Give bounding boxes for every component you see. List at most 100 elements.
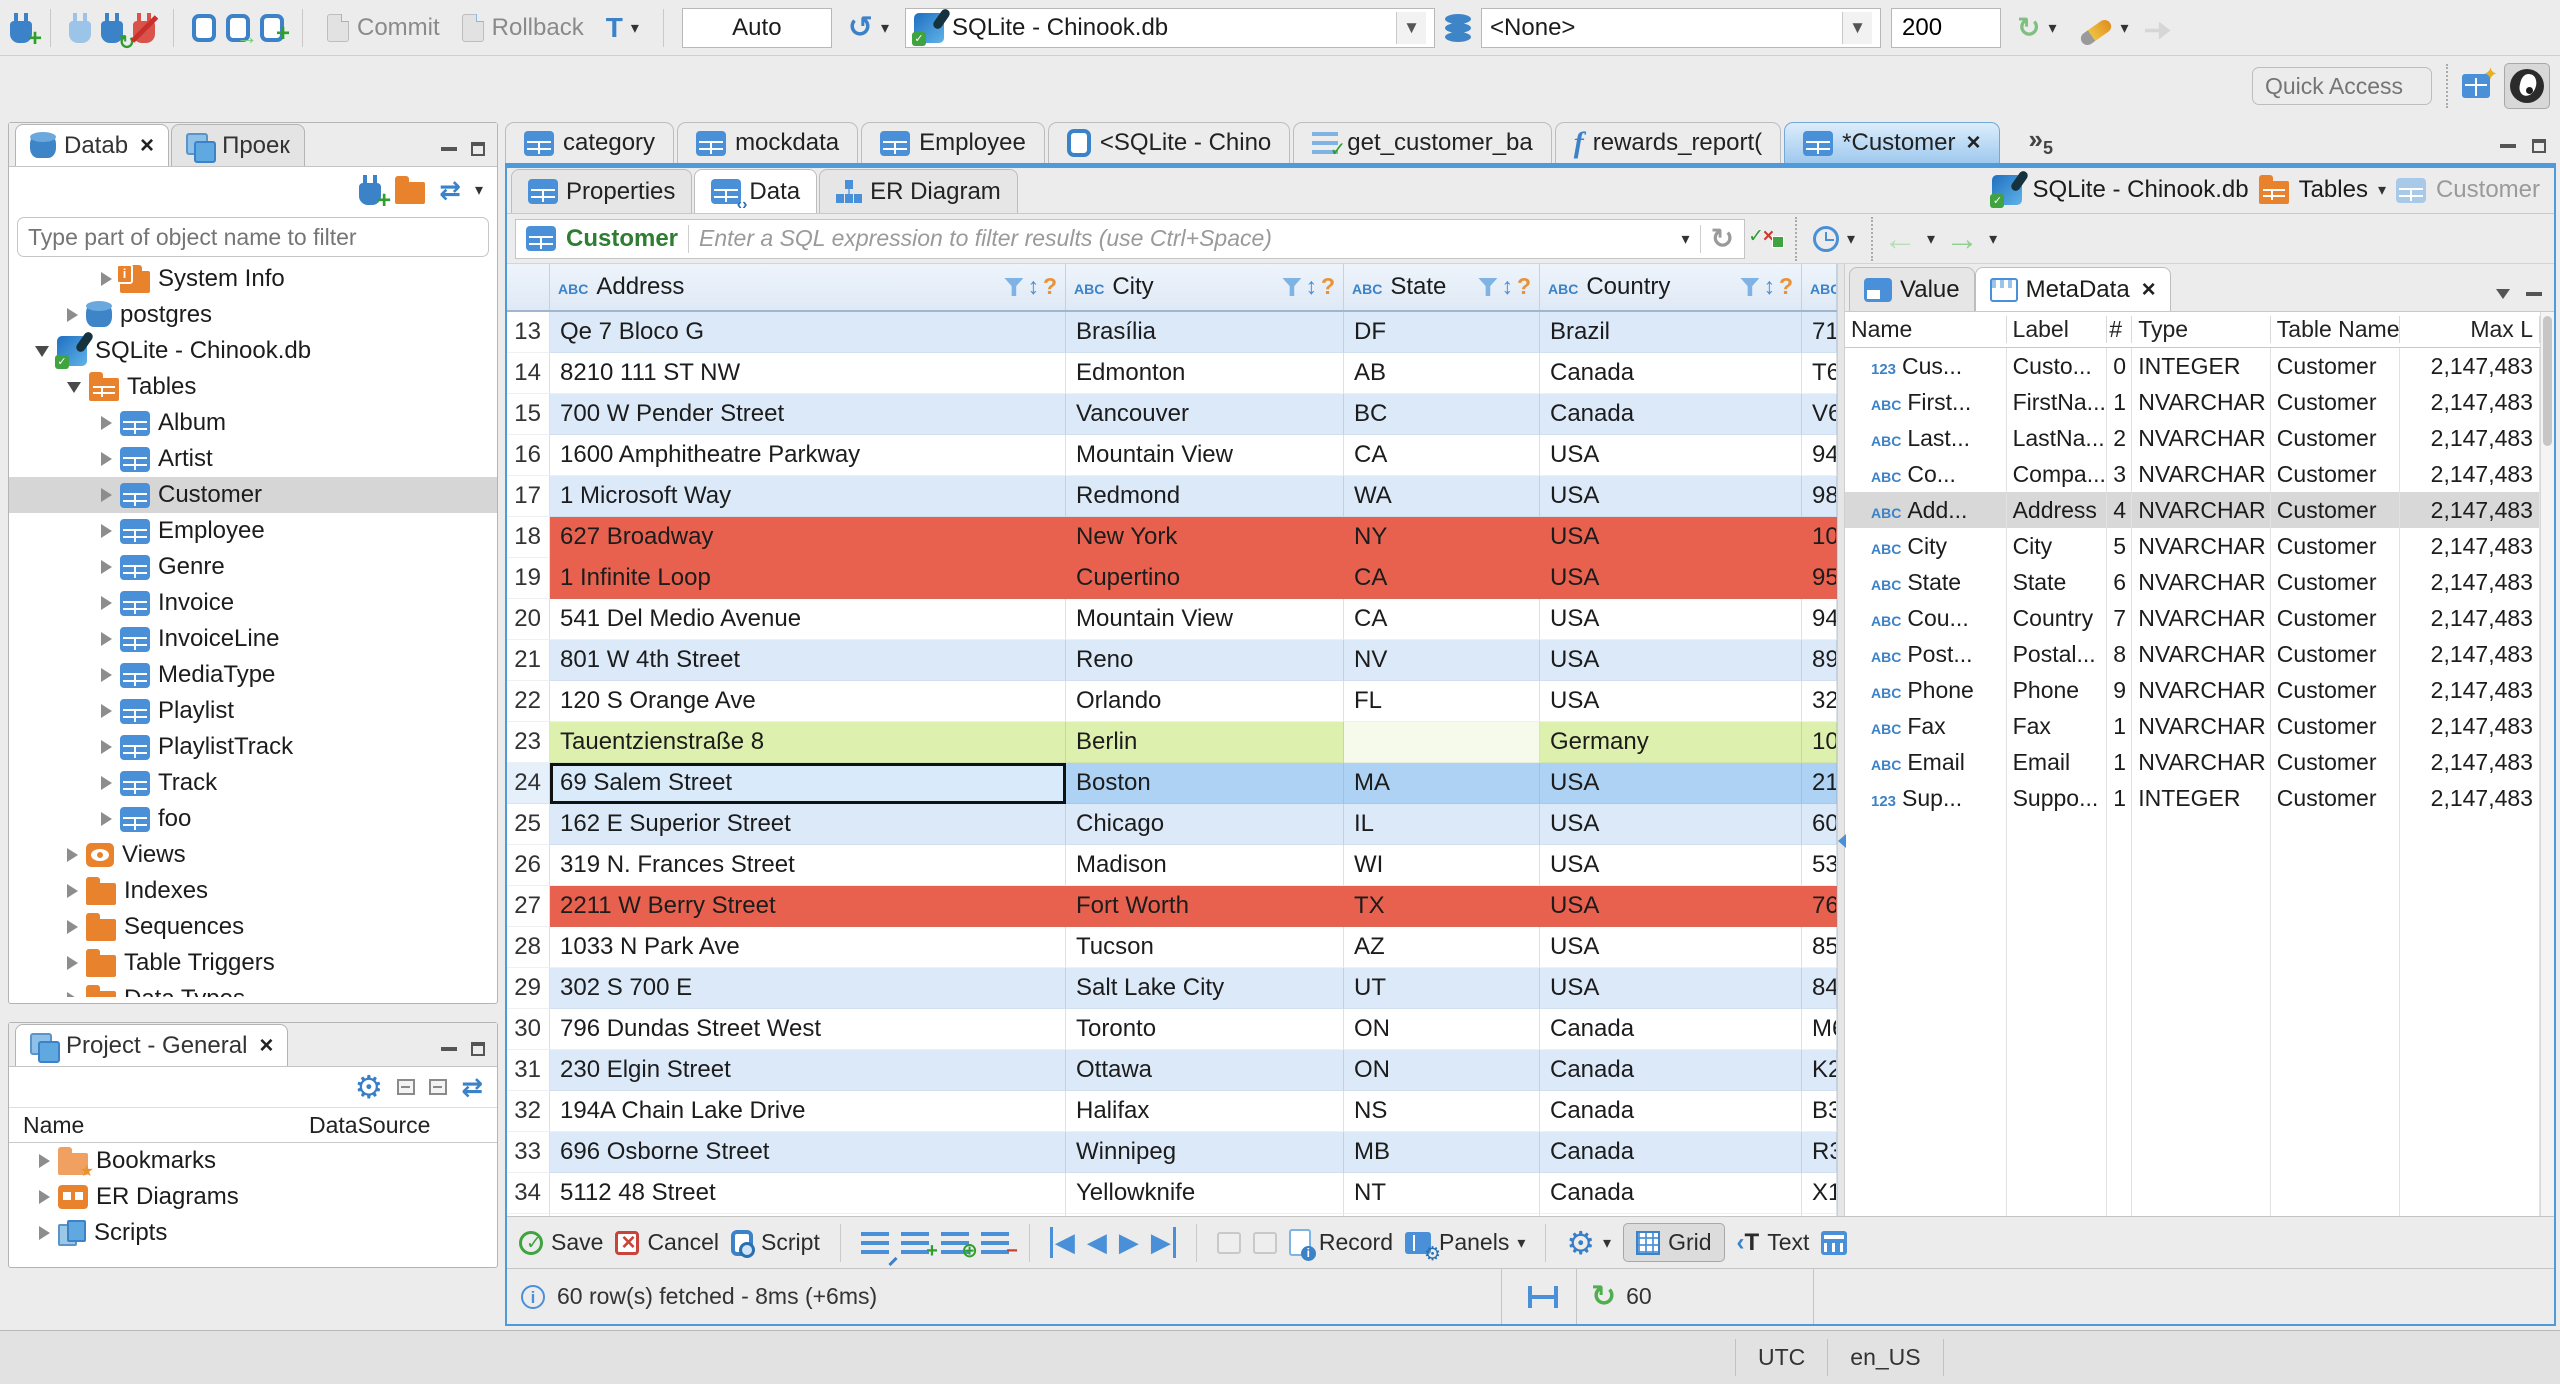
expand-arrow-icon[interactable]: [67, 381, 81, 393]
expand-arrow-icon[interactable]: [101, 560, 112, 574]
meta-cell-type[interactable]: INTEGER: [2132, 780, 2271, 816]
dbeaver-perspective-button[interactable]: [2504, 63, 2550, 109]
project-item[interactable]: Scripts: [9, 1215, 497, 1251]
meta-cell-number[interactable]: 6: [2107, 564, 2133, 600]
meta-cell-tablename[interactable]: Customer: [2271, 564, 2401, 600]
expand-arrow-icon[interactable]: [101, 704, 112, 718]
cell-city[interactable]: Boston: [1066, 763, 1344, 804]
cell-postalcode[interactable]: 10: [1802, 517, 1837, 558]
cell-address[interactable]: 1033 N Park Ave: [550, 927, 1066, 968]
expand-arrow-icon[interactable]: [101, 416, 112, 430]
cell-state[interactable]: CA: [1344, 435, 1540, 476]
calc-panel-icon[interactable]: [1821, 1230, 1848, 1255]
cell-country[interactable]: Brazil: [1540, 312, 1802, 353]
meta-cell-maxlength[interactable]: 2,147,483: [2400, 528, 2540, 564]
meta-cell-maxlength[interactable]: 2,147,483: [2400, 348, 2540, 384]
cell-city[interactable]: Brasília: [1066, 312, 1344, 353]
cell-postalcode[interactable]: 98: [1802, 476, 1837, 517]
breadcrumb-db[interactable]: SQLite - Chinook.db: [2032, 176, 2248, 204]
cell-state[interactable]: NY: [1344, 517, 1540, 558]
cell-city[interactable]: Orlando: [1066, 681, 1344, 722]
tree-item[interactable]: Genre: [9, 549, 497, 585]
cell-city[interactable]: Halifax: [1066, 1091, 1344, 1132]
grid-view-button[interactable]: Grid: [1623, 1223, 1725, 1262]
meta-cell-maxlength[interactable]: 2,147,483: [2400, 564, 2540, 600]
tree-item[interactable]: Invoice: [9, 585, 497, 621]
tree-item[interactable]: foo: [9, 801, 497, 837]
sort-icon[interactable]: [1501, 273, 1513, 301]
cell-postalcode[interactable]: X1: [1802, 1173, 1837, 1214]
cell-address[interactable]: 627 Broadway: [550, 517, 1066, 558]
cell-city[interactable]: Tucson: [1066, 927, 1344, 968]
metadata-row[interactable]: City City 5 NVARCHAR Customer 2,147,483: [1845, 528, 2540, 564]
cell-address[interactable]: Tauentzienstraße 8: [550, 722, 1066, 763]
search-metadata-button[interactable]: ▾: [2073, 12, 2135, 48]
metadata-row[interactable]: Last... LastNa... 2 NVARCHAR Customer 2,…: [1845, 420, 2540, 456]
row-number-cell[interactable]: 24: [507, 763, 550, 804]
expand-arrow-icon[interactable]: [101, 812, 112, 826]
add-row-icon[interactable]: +: [900, 1231, 938, 1262]
cell-city[interactable]: Edmonton: [1066, 353, 1344, 394]
edit-cell-icon[interactable]: [860, 1231, 898, 1266]
editor-tab[interactable]: Employee ×: [861, 122, 1045, 163]
row-number-cell[interactable]: 27: [507, 886, 550, 927]
settings-button[interactable]: ▾: [1566, 1224, 1611, 1262]
metadata-row[interactable]: Fax Fax 1 NVARCHAR Customer 2,147,483: [1845, 708, 2540, 744]
cell-country[interactable]: USA: [1540, 968, 1802, 1009]
expand-arrow-icon[interactable]: [67, 308, 78, 322]
cell-country[interactable]: Canada: [1540, 1009, 1802, 1050]
meta-cell-number[interactable]: 1: [2107, 780, 2133, 816]
metadata-row[interactable]: Co... Compa... 3 NVARCHAR Customer 2,147…: [1845, 456, 2540, 492]
help-icon[interactable]: [1321, 273, 1335, 301]
tree-item[interactable]: MediaType: [9, 657, 497, 693]
meta-cell-name[interactable]: Email: [1845, 744, 2007, 780]
meta-cell-number[interactable]: 2: [2107, 420, 2133, 456]
cell-city[interactable]: Cupertino: [1066, 558, 1344, 599]
meta-cell-tablename[interactable]: Customer: [2271, 456, 2401, 492]
cell-postalcode[interactable]: T6: [1802, 353, 1837, 394]
connect-icon[interactable]: [69, 12, 91, 43]
cell-country[interactable]: Canada: [1540, 1050, 1802, 1091]
cell-country[interactable]: USA: [1540, 640, 1802, 681]
tab-metadata[interactable]: MetaData ×: [1974, 267, 2171, 311]
cell-address[interactable]: 1600 Amphitheatre Parkway: [550, 435, 1066, 476]
duplicate-row-icon[interactable]: ⊕: [940, 1231, 978, 1262]
meta-cell-type[interactable]: NVARCHAR: [2132, 636, 2271, 672]
cell-address[interactable]: Qe 7 Bloco G: [550, 312, 1066, 353]
column-datasource[interactable]: DataSource: [309, 1112, 430, 1139]
filter-history-icon[interactable]: ▾: [1682, 229, 1690, 249]
meta-cell-tablename[interactable]: Customer: [2271, 780, 2401, 816]
editor-subtab[interactable]: ER Diagram: [819, 169, 1018, 213]
sql-filter-field[interactable]: Customer Enter a SQL expression to filte…: [515, 218, 1745, 259]
cell-country[interactable]: Germany: [1540, 722, 1802, 763]
meta-cell-label[interactable]: LastNa...: [2007, 420, 2108, 456]
expand-arrow-icon[interactable]: [67, 956, 78, 970]
auto-refresh-button[interactable]: ▾: [2011, 7, 2063, 48]
breadcrumb-tables[interactable]: Tables: [2299, 176, 2368, 204]
text-view-button[interactable]: ‹T Text: [1737, 1229, 1810, 1257]
meta-cell-name[interactable]: Last...: [1845, 420, 2007, 456]
cell-state[interactable]: NT: [1344, 1173, 1540, 1214]
meta-cell-number[interactable]: 1: [2107, 744, 2133, 780]
cell-city[interactable]: Ottawa: [1066, 1050, 1344, 1091]
cell-state[interactable]: DF: [1344, 312, 1540, 353]
script-button[interactable]: Script: [731, 1229, 820, 1258]
cell-postalcode[interactable]: R3: [1802, 1132, 1837, 1173]
row-number-cell[interactable]: 34: [507, 1173, 550, 1214]
cell-state[interactable]: WA: [1344, 476, 1540, 517]
meta-cell-maxlength[interactable]: 2,147,483: [2400, 492, 2540, 528]
disconnect-icon[interactable]: [133, 12, 155, 43]
cell-postalcode[interactable]: 95: [1802, 558, 1837, 599]
cell-address[interactable]: 801 W 4th Street: [550, 640, 1066, 681]
row-number-cell[interactable]: 23: [507, 722, 550, 763]
help-icon[interactable]: [1517, 273, 1531, 301]
meta-cell-maxlength[interactable]: 2,147,483: [2400, 456, 2540, 492]
metadata-row[interactable]: Cus... Custo... 0 INTEGER Customer 2,147…: [1845, 348, 2540, 384]
minimize-icon[interactable]: [441, 147, 457, 151]
meta-cell-number[interactable]: 7: [2107, 600, 2133, 636]
expand-arrow-icon[interactable]: [101, 452, 112, 466]
column-header-address[interactable]: Address: [550, 264, 1066, 310]
meta-cell-label[interactable]: Phone: [2007, 672, 2108, 708]
cell-country[interactable]: Canada: [1540, 394, 1802, 435]
metadata-row[interactable]: State State 6 NVARCHAR Customer 2,147,48…: [1845, 564, 2540, 600]
